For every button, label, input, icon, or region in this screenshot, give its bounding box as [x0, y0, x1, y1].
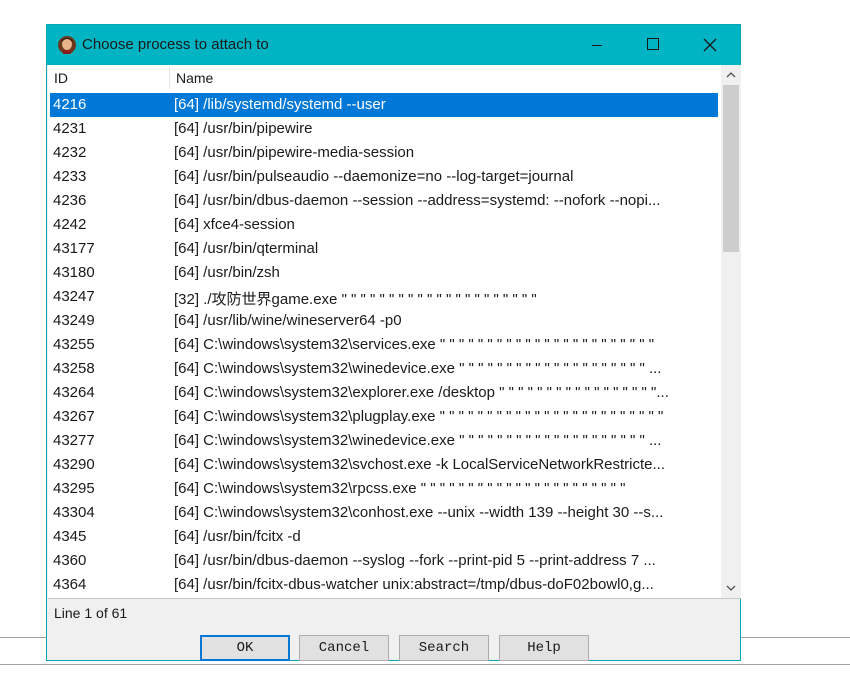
table-row[interactable]: 4345 [64] /usr/bin/fcitx -d [50, 525, 718, 549]
process-list[interactable]: ID Name 4216 [64] /lib/systemd/systemd --… [48, 65, 741, 599]
process-name-cell: [64] /usr/bin/pipewire-media-session [174, 144, 415, 161]
process-name-cell: [64] xfce4-session [174, 216, 295, 233]
column-header-id[interactable]: ID [54, 65, 68, 89]
scrollbar-thumb[interactable] [723, 85, 739, 252]
table-row[interactable]: 4231 [64] /usr/bin/pipewire [50, 117, 718, 141]
process-name-cell: [64] C:\windows\system32\services.exe " … [174, 336, 655, 353]
help-button[interactable]: Help [499, 635, 589, 661]
table-row[interactable]: 43258 [64] C:\windows\system32\winedevice… [50, 357, 718, 381]
process-name-cell: [64] /usr/bin/qterminal [174, 240, 319, 257]
attach-process-dialog: Choose process to attach to ID Name 4216… [46, 24, 741, 661]
column-separator[interactable] [169, 67, 170, 89]
table-row[interactable]: 43180 [64] /usr/bin/zsh [50, 261, 718, 285]
table-row[interactable]: 43247 [32] ./攻防世界game.exe " " " " " " " "… [50, 285, 718, 309]
table-row[interactable]: 4242 [64] xfce4-session [50, 213, 718, 237]
table-row[interactable]: 4236 [64] /usr/bin/dbus-daemon --session … [50, 189, 718, 213]
process-id-cell: 43180 [53, 264, 95, 281]
minimize-icon[interactable] [572, 25, 622, 65]
status-line: Line 1 of 61 [54, 605, 128, 621]
process-name-cell: [64] /usr/bin/fcitx-dbus-watcher unix:ab… [174, 576, 654, 593]
table-row[interactable]: 43177 [64] /usr/bin/qterminal [50, 237, 718, 261]
process-name-cell: [64] /lib/systemd/systemd --user [174, 96, 386, 113]
process-name-cell: [64] /usr/bin/dbus-daemon --syslog --for… [174, 552, 656, 569]
process-id-cell: 4236 [53, 192, 87, 209]
table-row[interactable]: 43290 [64] C:\windows\system32\svchost.ex… [50, 453, 718, 477]
process-name-cell: [64] /usr/lib/wine/wineserver64 -p0 [174, 312, 402, 329]
title-bar[interactable]: Choose process to attach to [47, 25, 740, 65]
process-name-cell: [64] C:\windows\system32\conhost.exe --u… [174, 504, 664, 521]
table-row[interactable]: 4360 [64] /usr/bin/dbus-daemon --syslog -… [50, 549, 718, 573]
process-id-cell: 4216 [53, 96, 87, 113]
process-id-cell: 4345 [53, 528, 87, 545]
process-id-cell: 43249 [53, 312, 95, 329]
process-id-cell: 43304 [53, 504, 95, 521]
table-row[interactable]: 4216 [64] /lib/systemd/systemd --user [50, 93, 718, 117]
cancel-button[interactable]: Cancel [299, 635, 389, 661]
process-id-cell: 4360 [53, 552, 87, 569]
window-title: Choose process to attach to [82, 36, 269, 53]
process-id-cell: 43295 [53, 480, 95, 497]
process-id-cell: 43247 [53, 288, 95, 305]
process-id-cell: 4232 [53, 144, 87, 161]
table-row[interactable]: 43255 [64] C:\windows\system32\services.e… [50, 333, 718, 357]
table-row[interactable]: 4364 [64] /usr/bin/fcitx-dbus-watcher uni… [50, 573, 718, 597]
table-row[interactable]: 4233 [64] /usr/bin/pulseaudio --daemonize… [50, 165, 718, 189]
process-name-cell: [64] C:\windows\system32\explorer.exe /d… [174, 384, 669, 401]
process-id-cell: 4364 [53, 576, 87, 593]
process-name-cell: [64] /usr/bin/fcitx -d [174, 528, 301, 545]
process-name-cell: [64] C:\windows\system32\rpcss.exe " " "… [174, 480, 626, 497]
process-id-cell: 4242 [53, 216, 87, 233]
process-id-cell: 43267 [53, 408, 95, 425]
process-id-cell: 4233 [53, 168, 87, 185]
table-row[interactable]: 43264 [64] C:\windows\system32\explorer.e… [50, 381, 718, 405]
process-id-cell: 43177 [53, 240, 95, 257]
process-name-cell: [64] /usr/bin/pipewire [174, 120, 313, 137]
table-row[interactable]: 43304 [64] C:\windows\system32\conhost.ex… [50, 501, 718, 525]
table-row[interactable]: 4232 [64] /usr/bin/pipewire-media-session [50, 141, 718, 165]
process-name-cell: [64] C:\windows\system32\plugplay.exe " … [174, 408, 664, 425]
scroll-up-icon[interactable] [721, 65, 741, 85]
table-row[interactable]: 43249 [64] /usr/lib/wine/wineserver64 -p0 [50, 309, 718, 333]
table-row[interactable]: 43277 [64] C:\windows\system32\winedevice… [50, 429, 718, 453]
process-name-cell: [64] /usr/bin/dbus-daemon --session --ad… [174, 192, 661, 209]
scroll-down-icon[interactable] [721, 578, 741, 598]
process-id-cell: 43277 [53, 432, 95, 449]
table-row[interactable]: 43267 [64] C:\windows\system32\plugplay.e… [50, 405, 718, 429]
process-name-cell: [32] ./攻防世界game.exe " " " " " " " " " " … [174, 291, 537, 308]
maximize-icon[interactable] [627, 25, 677, 65]
process-id-cell: 43264 [53, 384, 95, 401]
vertical-scrollbar[interactable] [721, 65, 741, 598]
table-row[interactable]: 43295 [64] C:\windows\system32\rpcss.exe … [50, 477, 718, 501]
app-icon [57, 35, 77, 55]
background-divider [0, 664, 850, 665]
process-id-cell: 4231 [53, 120, 87, 137]
process-name-cell: [64] /usr/bin/zsh [174, 264, 280, 281]
process-name-cell: [64] C:\windows\system32\winedevice.exe … [174, 432, 662, 449]
process-id-cell: 43255 [53, 336, 95, 353]
process-id-cell: 43290 [53, 456, 95, 473]
close-icon[interactable] [685, 25, 735, 65]
ok-button[interactable]: OK [200, 635, 290, 661]
search-button[interactable]: Search [399, 635, 489, 661]
process-name-cell: [64] /usr/bin/pulseaudio --daemonize=no … [174, 168, 574, 185]
column-header-name[interactable]: Name [176, 65, 213, 89]
list-header: ID Name [48, 65, 719, 89]
process-name-cell: [64] C:\windows\system32\svchost.exe -k … [174, 456, 666, 473]
process-name-cell: [64] C:\windows\system32\winedevice.exe … [174, 360, 662, 377]
process-id-cell: 43258 [53, 360, 95, 377]
